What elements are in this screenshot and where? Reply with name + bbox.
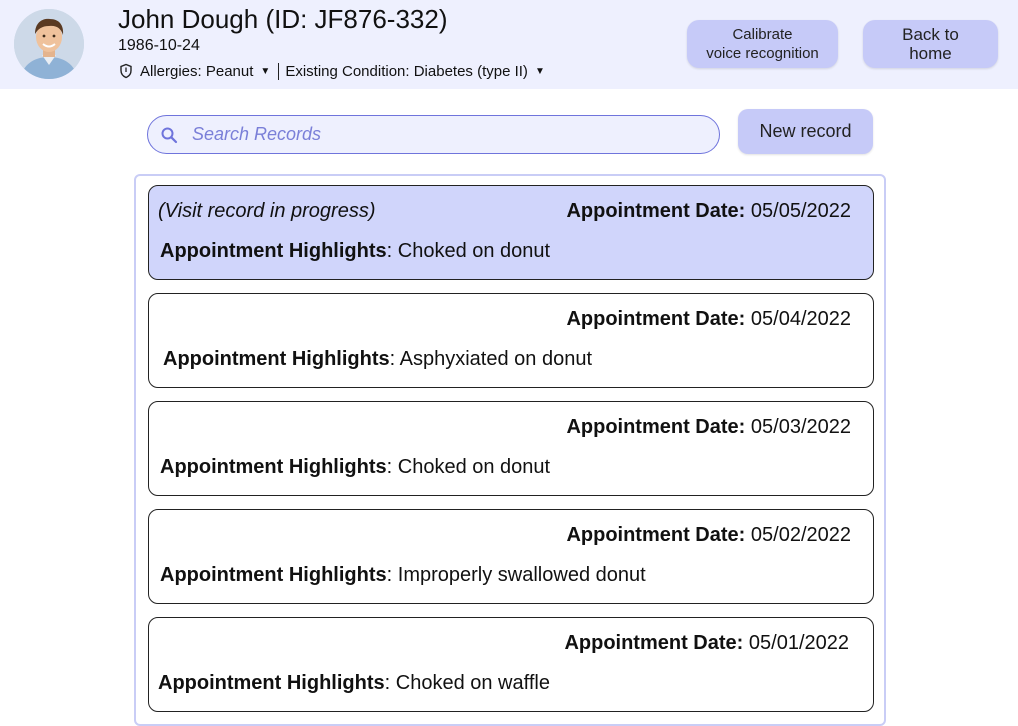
new-record-button[interactable]: New record [738,109,873,154]
search-input[interactable] [192,119,692,150]
record-card[interactable]: Appointment Date: 05/03/2022 Appointment… [148,401,874,496]
divider [278,62,280,80]
date-value: 05/01/2022 [748,632,849,654]
patient-dob: 1986-10-24 [118,37,200,54]
highlights-value: Choked on donut [397,456,551,478]
highlights-value: Improperly swallowed donut [397,564,646,586]
date-label: Appointment Date: [566,524,746,546]
record-date: Appointment Date: 05/01/2022 [564,632,849,655]
highlights-label: Appointment Highlights [160,240,387,262]
search-icon[interactable] [160,126,178,144]
record-highlights: Appointment Highlights: Choked on donut [160,456,551,478]
caret-down-icon: ▼ [260,65,271,77]
highlights-value: Asphyxiated on donut [399,348,593,370]
highlights-value: Choked on waffle [395,672,550,694]
back-to-home-label: Back to home [902,25,959,63]
record-highlights: Appointment Highlights: Asphyxiated on d… [163,348,593,370]
record-card[interactable]: Appointment Date: 05/04/2022 Appointment… [148,293,874,388]
patient-meta: Allergies: Peanut ▼ Existing Condition: … [118,61,551,81]
date-label: Appointment Date: [566,416,746,438]
condition-label: Existing Condition: Diabetes (type II) [285,62,528,80]
allergies-dropdown[interactable]: Allergies: Peanut ▼ [140,63,276,80]
date-label: Appointment Date: [566,308,746,330]
date-label: Appointment Date: [564,632,744,654]
shield-icon [118,63,134,79]
highlights-value: Choked on donut [397,240,551,262]
condition-dropdown[interactable]: Existing Condition: Diabetes (type II) ▼ [285,63,551,80]
record-date: Appointment Date: 05/02/2022 [566,524,851,547]
date-label: Appointment Date: [566,200,746,222]
records-list[interactable]: (Visit record in progress) Appointment D… [134,174,886,726]
calibrate-voice-button[interactable]: Calibrate voice recognition [687,20,838,68]
highlights-label: Appointment Highlights [163,348,390,370]
record-date: Appointment Date: 05/04/2022 [566,308,851,331]
avatar [14,9,84,79]
caret-down-icon: ▼ [534,65,545,77]
patient-name: John Dough (ID: JF876-332) [118,4,448,34]
record-date: Appointment Date: 05/05/2022 [566,200,851,223]
patient-header: John Dough (ID: JF876-332) 1986-10-24 Al… [0,0,1018,89]
record-card[interactable]: Appointment Date: 05/01/2022 Appointment… [148,617,874,712]
record-highlights: Appointment Highlights: Improperly swall… [160,564,646,586]
date-value: 05/05/2022 [750,200,851,222]
record-date: Appointment Date: 05/03/2022 [566,416,851,439]
highlights-label: Appointment Highlights [158,672,385,694]
record-status: (Visit record in progress) [158,200,376,222]
record-card[interactable]: (Visit record in progress) Appointment D… [148,185,874,280]
highlights-label: Appointment Highlights [160,456,387,478]
allergies-label: Allergies: Peanut [140,62,254,80]
record-card[interactable]: Appointment Date: 05/02/2022 Appointment… [148,509,874,604]
record-highlights: Appointment Highlights: Choked on waffle [158,672,550,694]
record-highlights: Appointment Highlights: Choked on donut [160,240,551,262]
back-to-home-button[interactable]: Back to home [863,20,998,68]
highlights-label: Appointment Highlights [160,564,387,586]
calibrate-voice-label: Calibrate voice recognition [706,26,819,62]
date-value: 05/04/2022 [750,308,851,330]
date-value: 05/02/2022 [750,524,851,546]
search-bar [147,115,720,154]
date-value: 05/03/2022 [750,416,851,438]
